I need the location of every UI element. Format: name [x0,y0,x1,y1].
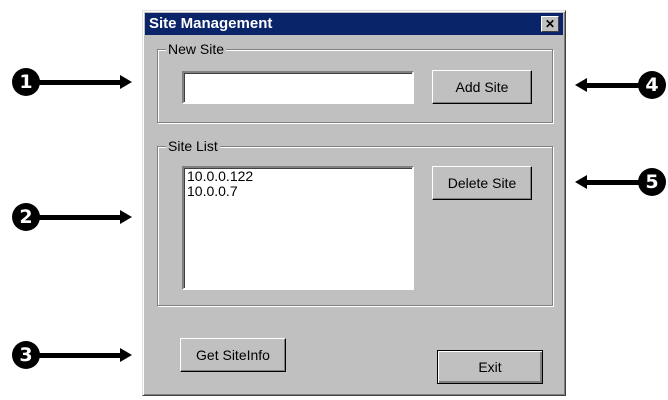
arrow-right-icon [38,215,122,220]
list-item[interactable]: 10.0.0.7 [187,184,409,199]
close-button[interactable]: ✕ [541,16,559,32]
new-site-group: New Site Add Site [157,41,553,123]
list-item[interactable]: 10.0.0.122 [187,169,409,184]
arrowhead-right-icon [120,210,132,224]
window-title: Site Management [149,15,273,32]
arrow-left-icon [585,180,643,185]
get-siteinfo-button[interactable]: Get SiteInfo [180,338,286,372]
site-list-group: Site List 10.0.0.122 10.0.0.7 Delete Sit… [157,138,553,306]
close-icon: ✕ [544,17,556,31]
arrow-right-icon [38,80,122,85]
arrow-left-icon [585,83,643,88]
callout-number-3: 3 [12,341,40,369]
site-list-box[interactable]: 10.0.0.122 10.0.0.7 [182,166,414,290]
site-management-dialog: Site Management ✕ New Site Add Site Site… [142,10,566,396]
arrowhead-right-icon [120,75,132,89]
callout-number-5: 5 [638,168,666,196]
new-site-input[interactable] [182,71,414,104]
site-list-group-label: Site List [166,138,220,154]
title-bar[interactable]: Site Management ✕ [145,13,563,35]
new-site-group-label: New Site [166,41,227,57]
arrow-right-icon [38,353,122,358]
callout-number-4: 4 [638,71,666,99]
delete-site-button[interactable]: Delete Site [432,166,532,200]
callout-number-1: 1 [12,68,40,96]
exit-button[interactable]: Exit [437,350,543,384]
callout-number-2: 2 [12,203,40,231]
add-site-button[interactable]: Add Site [432,70,532,104]
arrowhead-right-icon [120,348,132,362]
